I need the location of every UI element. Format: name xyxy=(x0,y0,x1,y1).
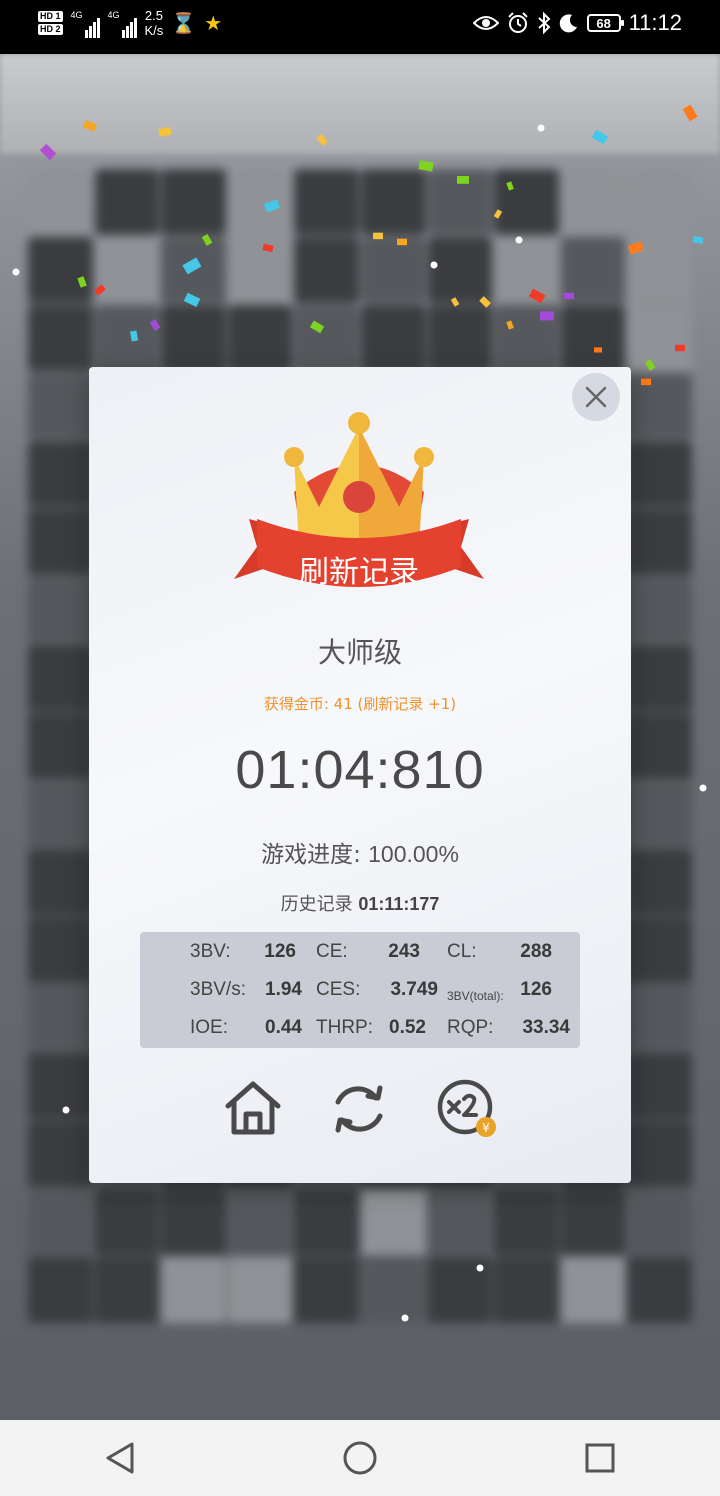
double-reward-button[interactable]: ¥ xyxy=(435,1077,499,1141)
home-circle-icon xyxy=(343,1441,377,1475)
back-triangle-icon xyxy=(106,1442,134,1474)
recents-button[interactable] xyxy=(570,1428,630,1488)
svg-text:¥: ¥ xyxy=(482,1121,490,1135)
status-clock: 11:12 xyxy=(628,10,682,35)
double-coin-icon: ¥ xyxy=(437,1079,496,1137)
stat-label: THRP: xyxy=(316,1017,373,1038)
stat-label: RQP: xyxy=(447,1017,494,1038)
history-record: 历史记录 01:11:177 xyxy=(89,890,631,916)
stat-value: 126 xyxy=(264,941,296,962)
record-dialog: 刷新记录 大师级 获得金币: 41 (刷新记录 +1) 01:04:810 游戏… xyxy=(89,367,631,1183)
hd2-indicator: HD 2 xyxy=(38,24,63,35)
progress-value: 100.00% xyxy=(368,841,459,867)
stat-label: CES: xyxy=(316,979,361,1000)
stat-label: 3BV: xyxy=(190,941,231,962)
eye-icon xyxy=(472,16,499,30)
stat-value: 126 xyxy=(520,979,552,1000)
coins-earned: 获得金币: 41 (刷新记录 +1) xyxy=(263,695,457,713)
hourglass-icon: ⌛ xyxy=(171,11,197,35)
dialog-actions: ¥ xyxy=(89,1077,631,1147)
status-bar: HD 1 HD 2 4G 4G 2.5 K/s ⌛ ★ 68 11:12 xyxy=(0,0,720,54)
home-icon xyxy=(225,1081,281,1135)
stat-value: 33.34 xyxy=(522,1017,570,1038)
back-button[interactable] xyxy=(90,1428,150,1488)
history-value: 01:11:177 xyxy=(358,894,440,914)
stats-panel: 3BV: 126 CE: 243 CL: 288 3BV/s: 1.94 CES… xyxy=(140,932,580,1048)
history-label: 历史记录 xyxy=(280,894,353,915)
stat-value: 1.94 xyxy=(265,979,302,1000)
network-speed: 2.5 K/s xyxy=(144,8,164,38)
completion-time: 01:04:810 xyxy=(235,740,485,800)
restart-button[interactable] xyxy=(327,1077,391,1141)
refresh-icon xyxy=(335,1085,383,1133)
home-button[interactable] xyxy=(221,1077,285,1141)
moon-icon xyxy=(559,14,577,33)
stat-label: CE: xyxy=(316,941,348,962)
stat-value: 0.44 xyxy=(265,1017,302,1038)
recents-square-icon xyxy=(585,1443,615,1473)
signal-strength-icon-2: 4G xyxy=(108,8,137,38)
hd-indicators: HD 1 HD 2 xyxy=(38,11,63,35)
hd1-indicator: HD 1 xyxy=(38,11,63,22)
stat-value: 243 xyxy=(388,941,420,962)
stat-label: 3BV/s: xyxy=(190,979,246,1000)
difficulty-level: 大师级 xyxy=(317,636,402,669)
home-nav-button[interactable] xyxy=(330,1428,390,1488)
star-icon: ★ xyxy=(204,11,223,35)
stat-label: CL: xyxy=(447,941,477,962)
close-button[interactable] xyxy=(572,373,620,421)
stat-value: 288 xyxy=(520,941,552,962)
game-progress: 游戏进度: 100.00% xyxy=(89,835,631,869)
bluetooth-icon xyxy=(537,12,551,34)
close-icon xyxy=(585,386,607,408)
alarm-icon xyxy=(507,12,528,33)
record-banner-text: 刷新记录 xyxy=(299,555,419,590)
stat-value: 0.52 xyxy=(389,1017,426,1038)
board-header-blurred xyxy=(0,54,720,154)
stat-label: IOE: xyxy=(190,1017,229,1038)
signal-strength-icon: 4G xyxy=(71,8,100,38)
battery-indicator: 68 xyxy=(586,14,624,32)
progress-label: 游戏进度: xyxy=(261,842,361,868)
navigation-bar xyxy=(0,1420,720,1496)
stat-label: 3BV(total): xyxy=(447,989,504,1003)
stat-value: 3.749 xyxy=(390,979,438,1000)
